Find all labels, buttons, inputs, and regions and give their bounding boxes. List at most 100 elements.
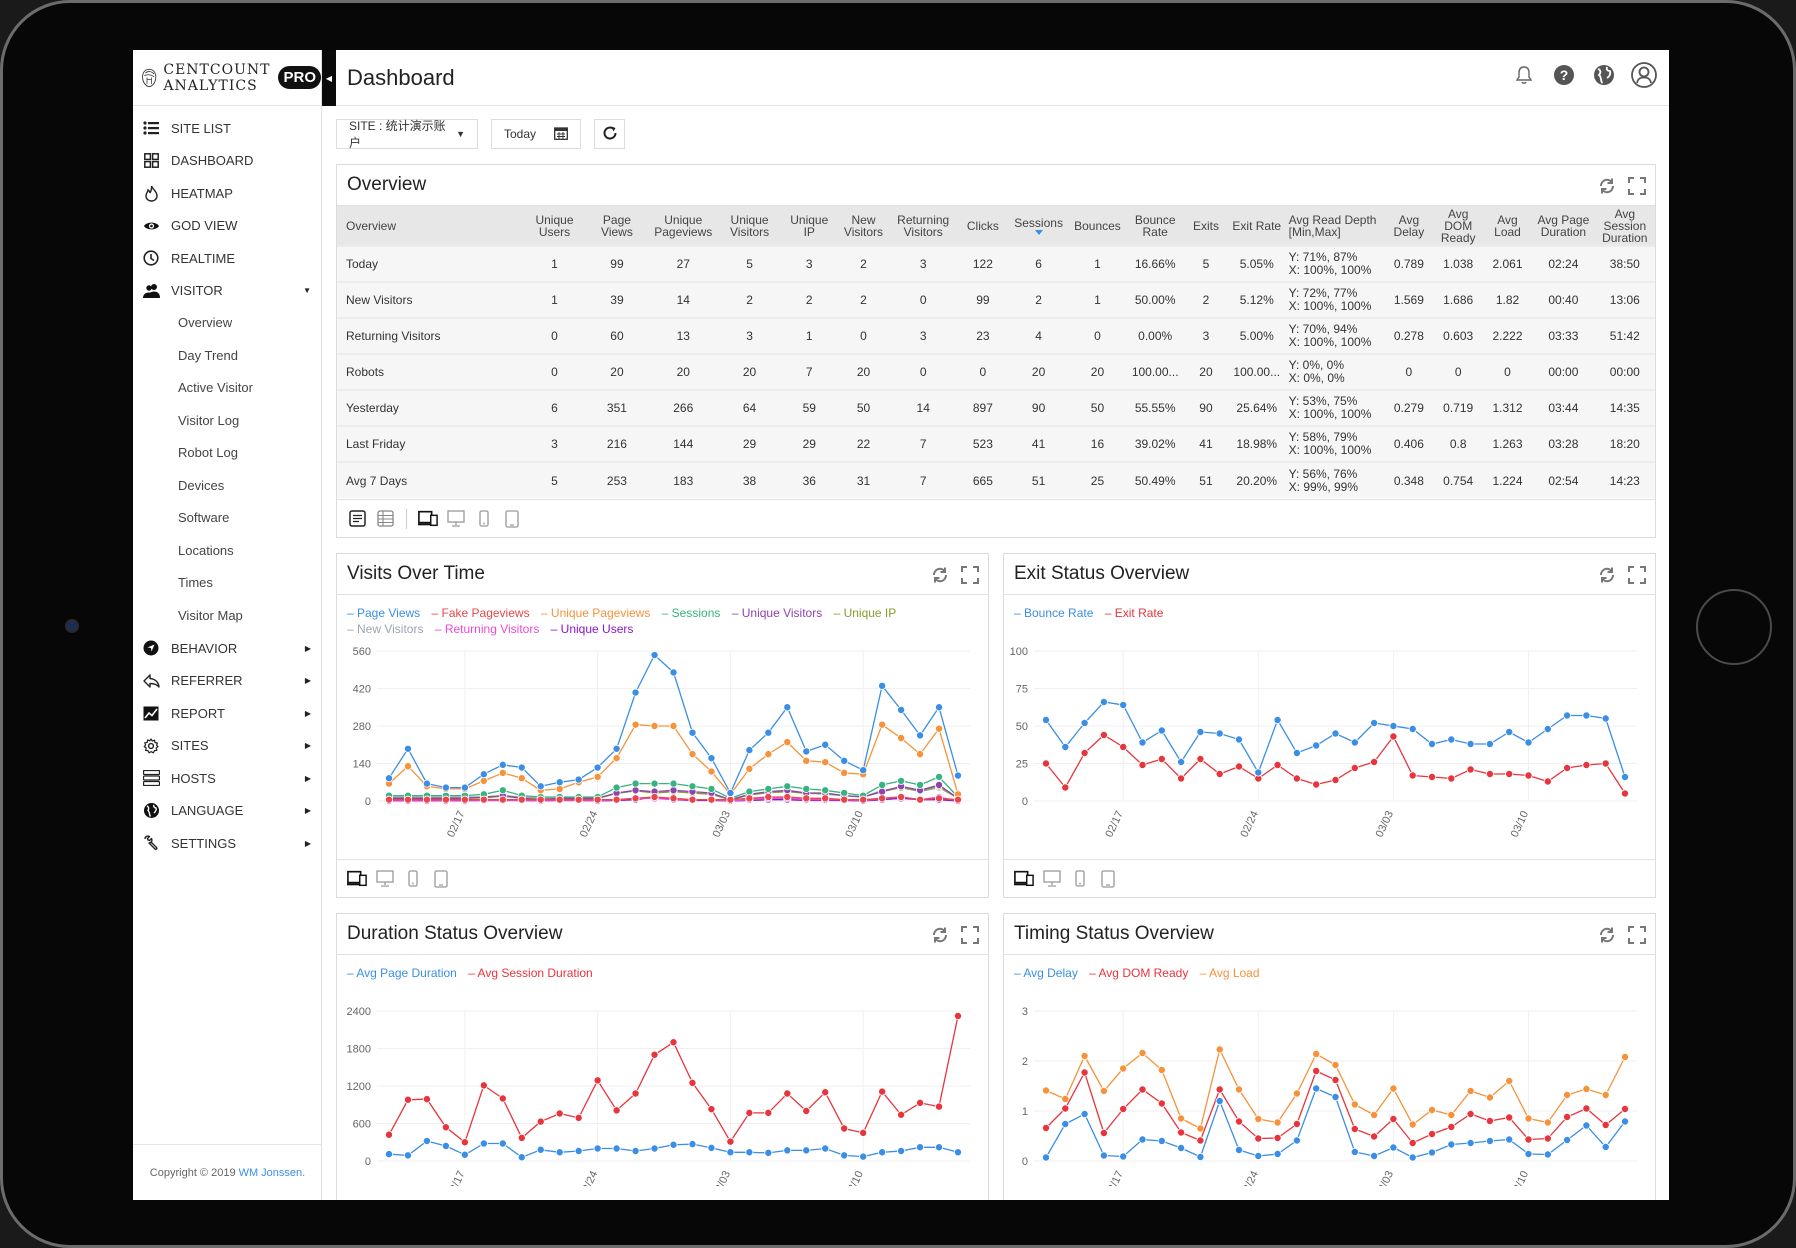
data-point[interactable] [1389, 1114, 1398, 1123]
data-point[interactable] [1119, 742, 1128, 751]
data-point[interactable] [1543, 777, 1552, 786]
data-point[interactable] [1505, 769, 1514, 778]
data-point[interactable] [1061, 1104, 1070, 1113]
column-header[interactable]: Avg Delay [1384, 206, 1434, 246]
data-point[interactable] [1389, 1084, 1398, 1093]
all-devices-icon[interactable] [1014, 869, 1034, 889]
data-point[interactable] [422, 1136, 431, 1145]
data-point[interactable] [1621, 1104, 1630, 1113]
data-point[interactable] [878, 1148, 887, 1157]
data-point[interactable] [1138, 1085, 1147, 1094]
desktop-icon[interactable] [375, 869, 395, 889]
column-header[interactable]: Returning Visitors [889, 206, 958, 246]
data-point[interactable] [707, 1105, 716, 1114]
data-point[interactable] [1350, 1147, 1359, 1156]
data-point[interactable] [1042, 1153, 1051, 1162]
data-point[interactable] [954, 1012, 963, 1021]
data-point[interactable] [1292, 1136, 1301, 1145]
data-point[interactable] [555, 1109, 564, 1118]
data-point[interactable] [745, 1108, 754, 1117]
sidebar-item-realtime[interactable]: REALTIME [133, 242, 321, 275]
data-point[interactable] [650, 779, 659, 788]
data-point[interactable] [1119, 1104, 1128, 1113]
sidebar-item-settings[interactable]: SETTINGS ▶ [133, 827, 321, 860]
data-point[interactable] [441, 795, 450, 804]
data-point[interactable] [783, 792, 792, 801]
data-point[interactable] [1408, 1138, 1417, 1147]
sidebar-item-god-view[interactable]: GOD VIEW [133, 210, 321, 243]
data-point[interactable] [1370, 1132, 1379, 1141]
data-point[interactable] [1138, 1049, 1147, 1058]
globe-icon[interactable] [1591, 62, 1617, 88]
column-header[interactable]: Unique Pageviews [648, 206, 719, 246]
data-point[interactable] [1389, 1143, 1398, 1152]
submenu-item-times[interactable]: Times [133, 567, 321, 600]
data-point[interactable] [1177, 1143, 1186, 1152]
data-point[interactable] [1408, 1120, 1417, 1129]
data-point[interactable] [726, 788, 735, 797]
site-select[interactable]: SITE : 统计演示账户 ▼ [336, 119, 478, 150]
data-point[interactable] [688, 782, 697, 791]
column-header[interactable]: Exit Rate [1227, 206, 1286, 246]
data-point[interactable] [1543, 724, 1552, 733]
data-point[interactable] [745, 787, 754, 796]
data-point[interactable] [1524, 1149, 1533, 1158]
data-point[interactable] [840, 795, 849, 804]
data-point[interactable] [1157, 1099, 1166, 1108]
data-point[interactable] [897, 1110, 906, 1119]
data-point[interactable] [536, 782, 545, 791]
column-header[interactable]: Page Views [585, 206, 649, 246]
data-point[interactable] [1621, 1117, 1630, 1126]
data-point[interactable] [726, 795, 735, 804]
data-point[interactable] [916, 1143, 925, 1152]
column-header[interactable]: Unique IP [780, 206, 838, 246]
data-point[interactable] [1466, 1138, 1475, 1147]
data-point[interactable] [385, 1130, 394, 1139]
data-point[interactable] [1273, 1149, 1282, 1158]
data-point[interactable] [1582, 1084, 1591, 1093]
data-point[interactable] [555, 1148, 564, 1157]
data-point[interactable] [498, 1094, 507, 1103]
data-point[interactable] [1312, 1084, 1321, 1093]
data-point[interactable] [669, 668, 678, 677]
data-point[interactable] [1505, 1135, 1514, 1144]
data-point[interactable] [593, 1076, 602, 1085]
data-point[interactable] [764, 728, 773, 737]
data-point[interactable] [1621, 789, 1630, 798]
column-header[interactable]: Avg DOM Ready [1433, 206, 1483, 246]
data-point[interactable] [460, 783, 469, 792]
data-point[interactable] [669, 1038, 678, 1047]
mobile-icon[interactable] [403, 869, 423, 889]
data-point[interactable] [1273, 1133, 1282, 1142]
fullscreen-icon[interactable] [1626, 564, 1647, 585]
data-point[interactable] [1099, 730, 1108, 739]
data-point[interactable] [1350, 1100, 1359, 1109]
data-point[interactable] [821, 758, 830, 767]
data-point[interactable] [1138, 1135, 1147, 1144]
data-point[interactable] [479, 776, 488, 785]
column-header[interactable]: Bounce Rate [1126, 206, 1185, 246]
data-point[interactable] [1524, 1135, 1533, 1144]
data-point[interactable] [764, 1148, 773, 1157]
data-point[interactable] [1157, 726, 1166, 735]
desktop-icon[interactable] [1042, 869, 1062, 889]
data-point[interactable] [1543, 1150, 1552, 1159]
data-point[interactable] [1331, 1061, 1340, 1070]
data-point[interactable] [650, 1144, 659, 1153]
data-point[interactable] [517, 795, 526, 804]
data-point[interactable] [1427, 1148, 1436, 1157]
data-point[interactable] [764, 1108, 773, 1117]
column-header[interactable]: Exits [1184, 206, 1228, 246]
data-point[interactable] [669, 786, 678, 795]
data-point[interactable] [1042, 1123, 1051, 1132]
data-point[interactable] [1312, 741, 1321, 750]
data-point[interactable] [403, 744, 412, 753]
data-point[interactable] [935, 772, 944, 781]
data-point[interactable] [1099, 698, 1108, 707]
data-point[interactable] [1601, 714, 1610, 723]
data-point[interactable] [954, 795, 963, 804]
data-point[interactable] [783, 703, 792, 712]
data-point[interactable] [1254, 1151, 1263, 1160]
data-point[interactable] [631, 779, 640, 788]
data-point[interactable] [1196, 1124, 1205, 1133]
